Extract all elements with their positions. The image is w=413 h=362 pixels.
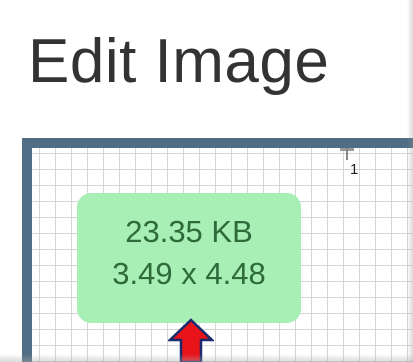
page-title: Edit Image — [28, 27, 330, 96]
dimensions-text: 3.49 x 4.48 — [112, 256, 266, 291]
image-canvas-frame: 1 23.35 KB 3.49 x 4.48 — [22, 138, 413, 362]
bottom-shadow — [0, 354, 413, 362]
edit-image-page: Edit Image 1 23.35 KB 3.49 x 4.48 — [0, 0, 413, 362]
file-size-text: 23.35 KB — [125, 214, 253, 249]
ruler-label: 1 — [350, 161, 359, 178]
right-shadow — [407, 0, 413, 362]
image-info-badge: 23.35 KB 3.49 x 4.48 — [77, 193, 301, 323]
ruler-tick — [346, 148, 348, 160]
image-canvas-grid[interactable]: 1 23.35 KB 3.49 x 4.48 — [32, 148, 413, 362]
